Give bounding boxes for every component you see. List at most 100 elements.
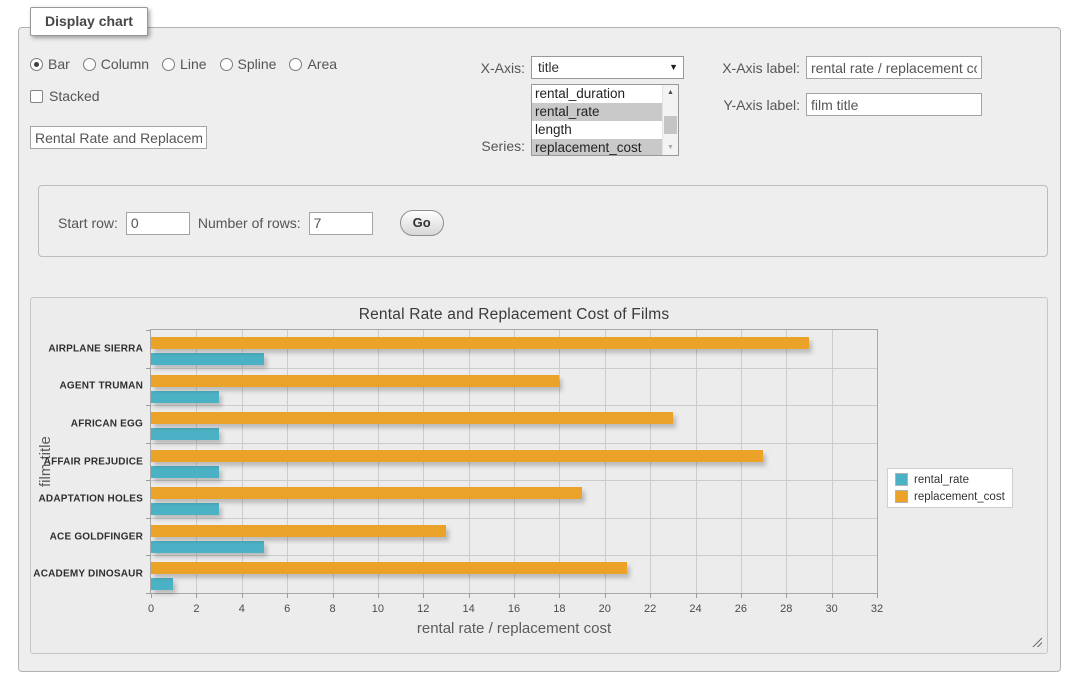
series-option-rental_duration[interactable]: rental_duration (532, 85, 662, 103)
bar-rental_rate (151, 466, 219, 478)
x-axis-tick (151, 594, 152, 598)
x-axis-tick (287, 594, 288, 598)
gridline (786, 330, 787, 593)
chart-title-input[interactable] (30, 126, 207, 149)
chart-type-radio-line[interactable]: Line (162, 56, 206, 72)
series-option-replacement_cost[interactable]: replacement_cost (532, 139, 662, 156)
go-button[interactable]: Go (400, 210, 444, 236)
num-rows-label: Number of rows: (198, 215, 301, 231)
series-multiselect[interactable]: rental_durationrental_ratelengthreplacem… (531, 84, 679, 156)
chart-type-radio-area[interactable]: Area (289, 56, 337, 72)
radio-icon[interactable] (289, 58, 302, 71)
gridline (151, 480, 877, 481)
x-axis-select-label: X-Axis: (425, 60, 525, 76)
y-axis-label-input[interactable] (806, 93, 982, 116)
chart-type-label: Spline (238, 56, 277, 72)
x-tick-label: 4 (239, 603, 245, 615)
x-axis-label-label: X-Axis label: (700, 60, 800, 76)
legend-item-replacement_cost: replacement_cost (895, 490, 1005, 503)
gridline (151, 405, 877, 406)
chart-type-radio-column[interactable]: Column (83, 56, 149, 72)
x-axis-tick (514, 594, 515, 598)
x-tick-label: 0 (148, 603, 154, 615)
x-tick-label: 18 (553, 603, 565, 615)
resize-handle-icon[interactable] (1030, 635, 1042, 647)
plot-area (150, 329, 878, 594)
bar-rental_rate (151, 578, 173, 590)
y-axis-tick (146, 480, 150, 481)
radio-icon[interactable] (30, 58, 43, 71)
chart-type-label: Line (180, 56, 206, 72)
category-label: AFRICAN EGG (31, 418, 143, 429)
y-axis-tick (146, 443, 150, 444)
bar-replacement_cost (151, 487, 582, 499)
x-tick-label: 16 (508, 603, 520, 615)
x-axis-label-input[interactable] (806, 56, 982, 79)
num-rows-input[interactable] (309, 212, 373, 235)
bar-rental_rate (151, 428, 219, 440)
chart-type-label: Bar (48, 56, 70, 72)
scrollbar-thumb[interactable] (664, 116, 677, 134)
x-tick-label: 30 (826, 603, 838, 615)
scroll-up-icon[interactable]: ▲ (663, 85, 678, 100)
legend-swatch (895, 473, 908, 486)
x-axis-title: rental rate / replacement cost (150, 620, 878, 637)
y-axis-tick (146, 555, 150, 556)
y-axis-tick (146, 593, 150, 594)
x-axis-select[interactable]: title ▼ (531, 56, 684, 79)
radio-icon[interactable] (83, 58, 96, 71)
scroll-down-icon[interactable]: ▼ (663, 140, 678, 155)
bar-replacement_cost (151, 562, 627, 574)
legend-item-rental_rate: rental_rate (895, 473, 1005, 486)
y-axis-tick (146, 518, 150, 519)
chart-type-radio-group: Bar Column Line Spline Area (30, 56, 337, 72)
x-tick-label: 14 (463, 603, 475, 615)
series-option-rental_rate[interactable]: rental_rate (532, 103, 662, 121)
x-axis-tick (832, 594, 833, 598)
checkbox-icon[interactable] (30, 90, 43, 103)
series-options: rental_durationrental_ratelengthreplacem… (532, 85, 678, 156)
stacked-label: Stacked (49, 88, 100, 104)
legend-label: replacement_cost (914, 491, 1005, 503)
x-tick-label: 26 (735, 603, 747, 615)
bar-replacement_cost (151, 450, 763, 462)
x-tick-label: 12 (417, 603, 429, 615)
legend-label: rental_rate (914, 474, 969, 486)
x-tick-label: 22 (644, 603, 656, 615)
chart-type-radio-bar[interactable]: Bar (30, 56, 70, 72)
x-axis-tick (378, 594, 379, 598)
bar-rental_rate (151, 391, 219, 403)
radio-icon[interactable] (220, 58, 233, 71)
chart-container: Rental Rate and Replacement Cost of Film… (30, 297, 1048, 654)
x-axis-tick (423, 594, 424, 598)
chart-type-radio-spline[interactable]: Spline (220, 56, 277, 72)
x-tick-label: 32 (871, 603, 883, 615)
x-tick-label: 10 (372, 603, 384, 615)
series-scrollbar[interactable]: ▲ ▼ (662, 85, 678, 155)
start-row-label: Start row: (58, 215, 118, 231)
x-tick-label: 24 (689, 603, 701, 615)
series-option-length[interactable]: length (532, 121, 662, 139)
x-axis-tick (696, 594, 697, 598)
category-label: AFFAIR PREJUDICE (31, 456, 143, 467)
x-tick-label: 20 (599, 603, 611, 615)
page: Display chart BarColumnLineSplineArea St… (0, 0, 1081, 681)
y-axis-label-label: Y-Axis label: (700, 97, 800, 113)
chart-title: Rental Rate and Replacement Cost of Film… (150, 306, 878, 324)
x-axis-tick (786, 594, 787, 598)
gridline (151, 518, 877, 519)
bar-replacement_cost (151, 525, 446, 537)
start-row-input[interactable] (126, 212, 190, 235)
legend-swatch (895, 490, 908, 503)
bar-rental_rate (151, 541, 264, 553)
gridline (151, 555, 877, 556)
gridline (151, 368, 877, 369)
gridline (832, 330, 833, 593)
category-label: ACADEMY DINOSAUR (31, 569, 143, 580)
category-label: AIRPLANE SIERRA (31, 343, 143, 354)
radio-icon[interactable] (162, 58, 175, 71)
bar-rental_rate (151, 503, 219, 515)
y-axis-tick (146, 405, 150, 406)
stacked-checkbox[interactable]: Stacked (30, 88, 100, 104)
x-tick-label: 28 (780, 603, 792, 615)
